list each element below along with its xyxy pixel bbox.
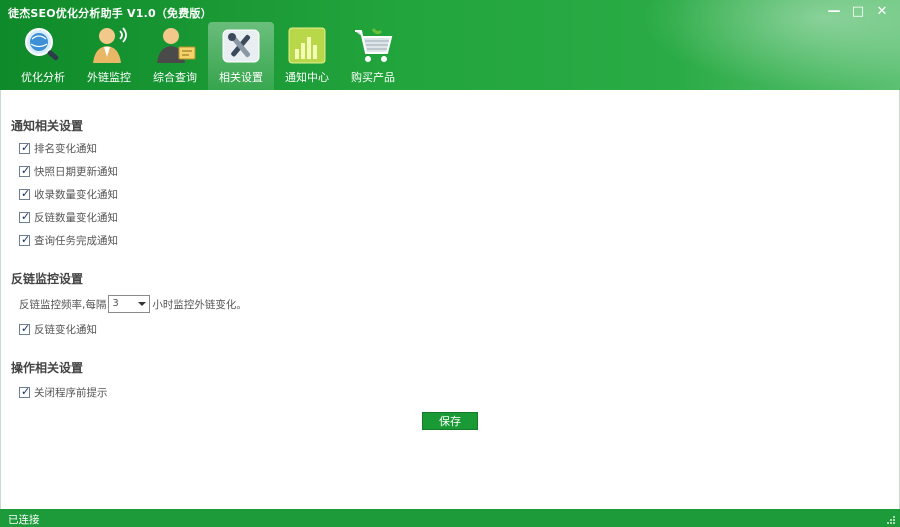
option-label: 反链变化通知 — [34, 324, 97, 336]
minimize-button[interactable]: — — [826, 4, 842, 20]
nav-item-optimize-analysis[interactable]: 优化分析 — [10, 22, 76, 90]
option-label: 收录数量变化通知 — [34, 189, 118, 201]
option-label: 查询任务完成通知 — [34, 235, 118, 247]
nav-label: 外链监控 — [87, 71, 131, 84]
nav-item-notification-center[interactable]: 通知中心 — [274, 22, 340, 90]
maximize-button[interactable]: □ — [850, 4, 866, 20]
nav-item-combined-query[interactable]: 综合查询 — [142, 22, 208, 90]
checkbox[interactable] — [19, 385, 30, 398]
backlink-section-title: 反链监控设置 — [11, 272, 84, 286]
checkbox[interactable] — [19, 164, 30, 177]
nav-item-backlink-monitor[interactable]: 外链监控 — [76, 22, 142, 90]
option-label: 反链数量变化通知 — [34, 212, 118, 224]
tools-settings-icon — [222, 29, 260, 63]
nav-item-buy-product[interactable]: 购买产品 — [340, 22, 406, 90]
notify-section-title: 通知相关设置 — [11, 119, 84, 133]
frequency-prefix: 反链监控频率,每隔 — [19, 298, 107, 311]
save-button[interactable]: 保存 — [422, 412, 478, 430]
person-card-icon — [157, 28, 196, 63]
chevron-down-icon — [138, 302, 147, 306]
option-label: 快照日期更新通知 — [34, 166, 118, 178]
app-title: 徒杰SEO优化分析助手 V1.0（免费版） — [8, 7, 212, 20]
checkbox[interactable] — [19, 187, 30, 200]
notify-option-rank-change[interactable]: 排名变化通知 — [19, 141, 97, 156]
option-label: 排名变化通知 — [34, 143, 97, 155]
frequency-value: 3 — [112, 298, 119, 309]
notify-option-index-change[interactable]: 收录数量变化通知 — [19, 187, 118, 202]
shopping-cart-icon — [355, 28, 393, 62]
bar-chart-icon — [288, 27, 326, 64]
backlink-option-change-notify[interactable]: 反链变化通知 — [19, 322, 97, 337]
nav-item-settings[interactable]: 相关设置 — [208, 22, 274, 90]
nav-label: 优化分析 — [21, 71, 65, 84]
nav-label: 通知中心 — [285, 71, 329, 84]
main-nav: 优化分析 外链监控 综合查询 相关设置 通知中心 购买产品 — [10, 22, 406, 90]
backlink-frequency-row: 反链监控频率,每隔 3 小时监控外链变化。 — [19, 295, 247, 313]
frequency-suffix: 小时监控外链变化。 — [152, 298, 247, 311]
connection-status: 已连接 — [8, 514, 40, 526]
operation-option-confirm-exit[interactable]: 关闭程序前提示 — [19, 385, 108, 400]
checkbox[interactable] — [19, 141, 30, 154]
person-monitor-icon — [93, 27, 127, 63]
notify-option-query-complete[interactable]: 查询任务完成通知 — [19, 233, 118, 248]
operation-section-title: 操作相关设置 — [11, 361, 84, 375]
checkbox[interactable] — [19, 322, 30, 335]
notify-option-snapshot-update[interactable]: 快照日期更新通知 — [19, 164, 118, 179]
status-bar: 已连接 — [0, 509, 900, 527]
option-label: 关闭程序前提示 — [34, 387, 108, 399]
checkbox[interactable] — [19, 233, 30, 246]
close-button[interactable]: ✕ — [874, 4, 890, 20]
frequency-select[interactable]: 3 — [108, 295, 151, 313]
magnifier-globe-icon — [25, 28, 59, 61]
window-controls: — □ ✕ — [826, 4, 890, 20]
settings-panel: 通知相关设置 排名变化通知 快照日期更新通知 收录数量变化通知 反链数量变化通知… — [0, 90, 900, 509]
resize-grip-icon[interactable] — [886, 515, 896, 525]
notify-option-backlink-count-change[interactable]: 反链数量变化通知 — [19, 210, 118, 225]
nav-label: 购买产品 — [351, 71, 395, 84]
nav-label: 综合查询 — [153, 71, 197, 84]
checkbox[interactable] — [19, 210, 30, 223]
nav-label: 相关设置 — [219, 71, 263, 84]
title-bar: 徒杰SEO优化分析助手 V1.0（免费版） — □ ✕ 优化分析 外链监控 综合… — [0, 0, 900, 90]
